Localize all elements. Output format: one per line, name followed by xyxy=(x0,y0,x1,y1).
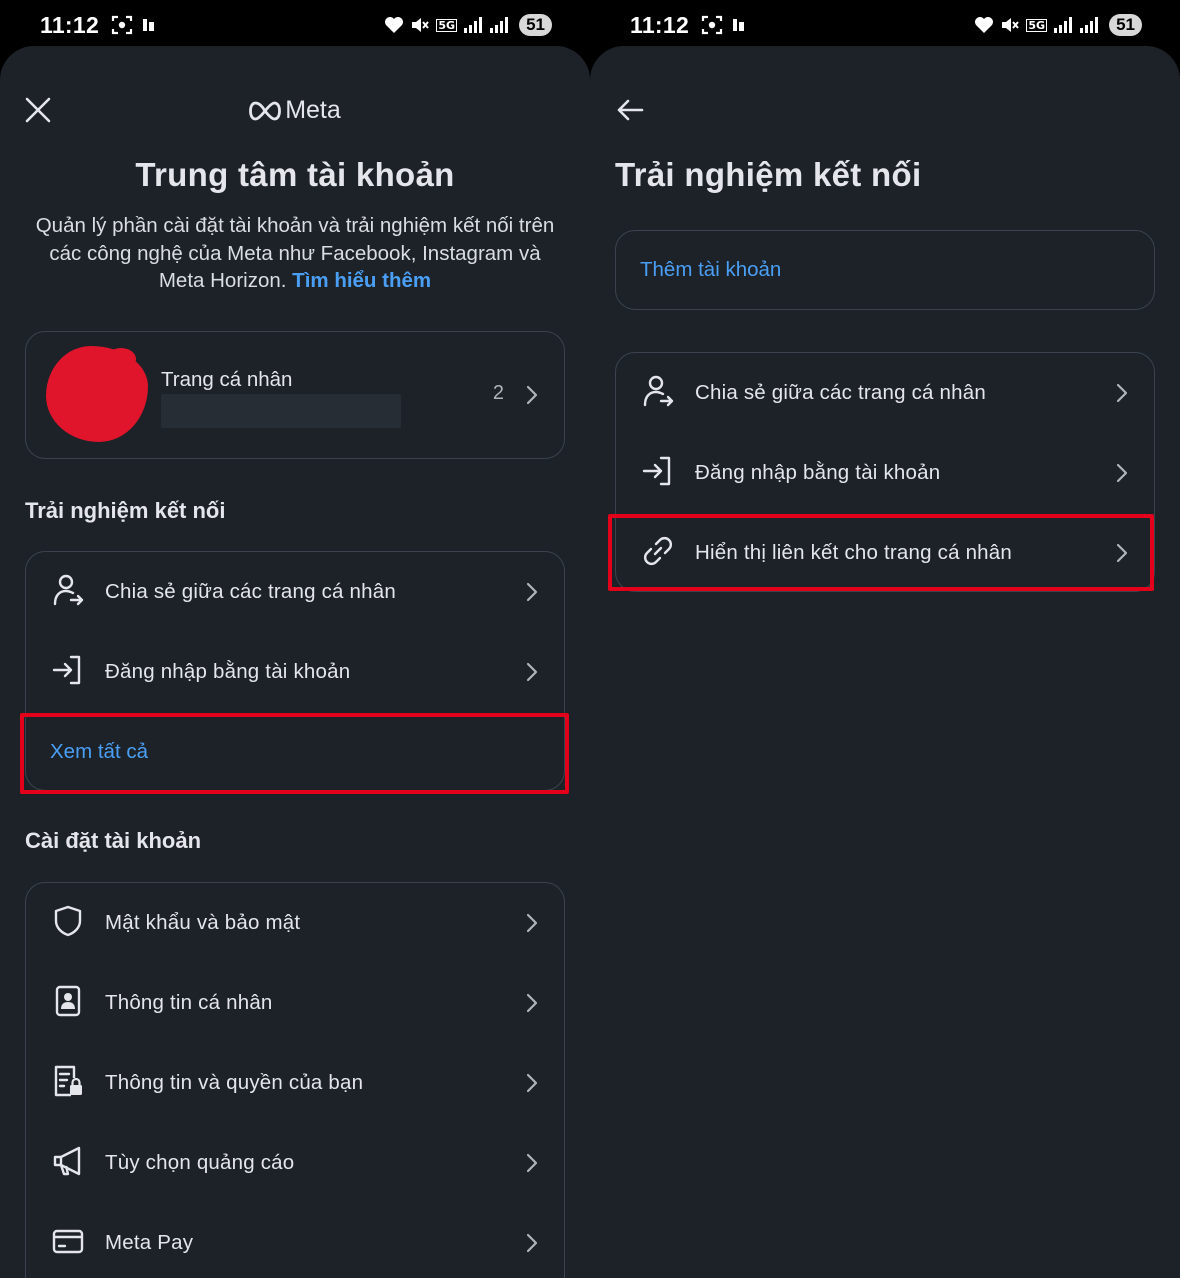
mute-icon xyxy=(1002,18,1020,32)
chevron-right-icon xyxy=(526,582,538,602)
account-settings-card: Mật khẩu và bảo mật Thông tin cá nhân Th… xyxy=(25,882,565,1278)
login-with-account-item[interactable]: Đăng nhập bằng tài khoản xyxy=(26,632,564,712)
personal-details-item[interactable]: Thông tin cá nhân xyxy=(26,963,564,1043)
chevron-right-icon xyxy=(526,1233,538,1253)
row-label: Chia sẻ giữa các trang cá nhân xyxy=(695,381,986,404)
add-account-button[interactable]: Thêm tài khoản xyxy=(615,230,1155,310)
connected-experiences-heading: Trải nghiệm kết nối xyxy=(25,498,226,523)
share-profile-icon xyxy=(643,375,674,407)
status-bar: 11:12 5G 51 xyxy=(0,0,590,50)
chevron-right-icon xyxy=(1116,463,1128,483)
status-time: 11:12 xyxy=(40,11,100,38)
network-type: 5G xyxy=(436,18,458,32)
chevron-right-icon xyxy=(526,1073,538,1093)
network-type: 5G xyxy=(1026,18,1048,32)
login-icon xyxy=(52,655,81,685)
chevron-right-icon xyxy=(526,1153,538,1173)
mute-icon xyxy=(412,18,430,32)
heart-icon xyxy=(975,17,994,33)
signal-icon xyxy=(1054,17,1073,33)
right-screen: 11:12 5G 51 Trải nghiệm kết nối Thêm tài… xyxy=(590,0,1180,1278)
row-label: Mật khẩu và bảo mật xyxy=(105,911,301,934)
screen-record-icon xyxy=(111,15,133,35)
meta-logo: Meta xyxy=(0,96,590,125)
row-label: Thông tin cá nhân xyxy=(105,991,273,1014)
meta-infinity-icon xyxy=(249,101,282,120)
share-across-profiles-item[interactable]: Chia sẻ giữa các trang cá nhân xyxy=(26,552,564,632)
chevron-right-icon xyxy=(1116,383,1128,403)
chevron-right-icon xyxy=(526,993,538,1013)
signal-2-icon xyxy=(1080,17,1099,33)
see-all-item[interactable]: Xem tất cả xyxy=(26,712,564,790)
share-profile-icon xyxy=(53,574,84,606)
login-icon xyxy=(642,456,671,486)
chevron-right-icon xyxy=(526,913,538,933)
profiles-card[interactable]: Trang cá nhân 2 xyxy=(25,331,565,459)
shield-icon xyxy=(54,905,82,937)
row-label: Chia sẻ giữa các trang cá nhân xyxy=(105,580,396,603)
left-screen: 11:12 5G 51 Meta Trung tâm tài khoản Quả… xyxy=(0,0,590,1278)
ad-preferences-item[interactable]: Tùy chọn quảng cáo xyxy=(26,1123,564,1203)
signal-icon xyxy=(464,17,483,33)
connected-experiences-card: Chia sẻ giữa các trang cá nhân Đăng nhập… xyxy=(615,352,1155,592)
back-arrow-icon xyxy=(617,99,644,121)
row-label: Hiển thị liên kết cho trang cá nhân xyxy=(695,541,1012,564)
status-time: 11:12 xyxy=(630,11,690,38)
see-all-link[interactable]: Xem tất cả xyxy=(50,712,148,790)
id-card-icon xyxy=(55,985,81,1017)
signal-2-icon xyxy=(490,17,509,33)
megaphone-icon xyxy=(53,1146,81,1176)
password-security-item[interactable]: Mật khẩu và bảo mật xyxy=(26,883,564,963)
page-description: Quản lý phần cài đặt tài khoản và trải n… xyxy=(24,212,566,295)
back-button[interactable] xyxy=(610,90,650,130)
page-title: Trung tâm tài khoản xyxy=(135,156,455,193)
brand-name: Meta xyxy=(285,96,341,124)
learn-more-link[interactable]: Tìm hiểu thêm xyxy=(292,269,431,292)
battery-indicator: 51 xyxy=(1109,14,1142,36)
chevron-right-icon xyxy=(526,385,538,405)
show-profile-links-item[interactable]: Hiển thị liên kết cho trang cá nhân xyxy=(616,513,1154,591)
chevron-right-icon xyxy=(1116,543,1128,563)
battery-indicator: 51 xyxy=(519,14,552,36)
screen-record-icon xyxy=(701,15,723,35)
profiles-count: 2 xyxy=(492,382,504,404)
credit-card-icon xyxy=(52,1229,84,1254)
row-label: Đăng nhập bằng tài khoản xyxy=(695,461,941,484)
accounts-center-sheet: Meta Trung tâm tài khoản Quản lý phần cà… xyxy=(0,46,590,1278)
connected-experiences-sheet: Trải nghiệm kết nối Thêm tài khoản Chia … xyxy=(590,46,1180,1278)
profiles-label: Trang cá nhân xyxy=(161,368,293,391)
meta-pay-item[interactable]: Meta Pay xyxy=(26,1203,564,1278)
document-lock-icon xyxy=(54,1065,82,1097)
page-title: Trải nghiệm kết nối xyxy=(615,156,922,193)
row-label: Meta Pay xyxy=(105,1231,194,1254)
row-label: Tùy chọn quảng cáo xyxy=(105,1151,295,1174)
heart-icon xyxy=(385,17,404,33)
status-bar: 11:12 5G 51 xyxy=(590,0,1180,50)
your-info-permissions-item[interactable]: Thông tin và quyền của bạn xyxy=(26,1043,564,1123)
link-icon xyxy=(644,537,672,565)
notification-icon xyxy=(733,19,745,31)
avatar xyxy=(46,346,148,442)
notification-icon xyxy=(143,19,155,31)
account-settings-heading: Cài đặt tài khoản xyxy=(25,828,202,853)
connected-experiences-card: Chia sẻ giữa các trang cá nhân Đăng nhập… xyxy=(25,551,565,791)
row-label: Thông tin và quyền của bạn xyxy=(105,1071,364,1094)
share-across-profiles-item[interactable]: Chia sẻ giữa các trang cá nhân xyxy=(616,353,1154,433)
profile-names-redacted xyxy=(161,394,401,428)
chevron-right-icon xyxy=(526,662,538,682)
row-label: Đăng nhập bằng tài khoản xyxy=(105,660,351,683)
login-with-account-item[interactable]: Đăng nhập bằng tài khoản xyxy=(616,433,1154,513)
